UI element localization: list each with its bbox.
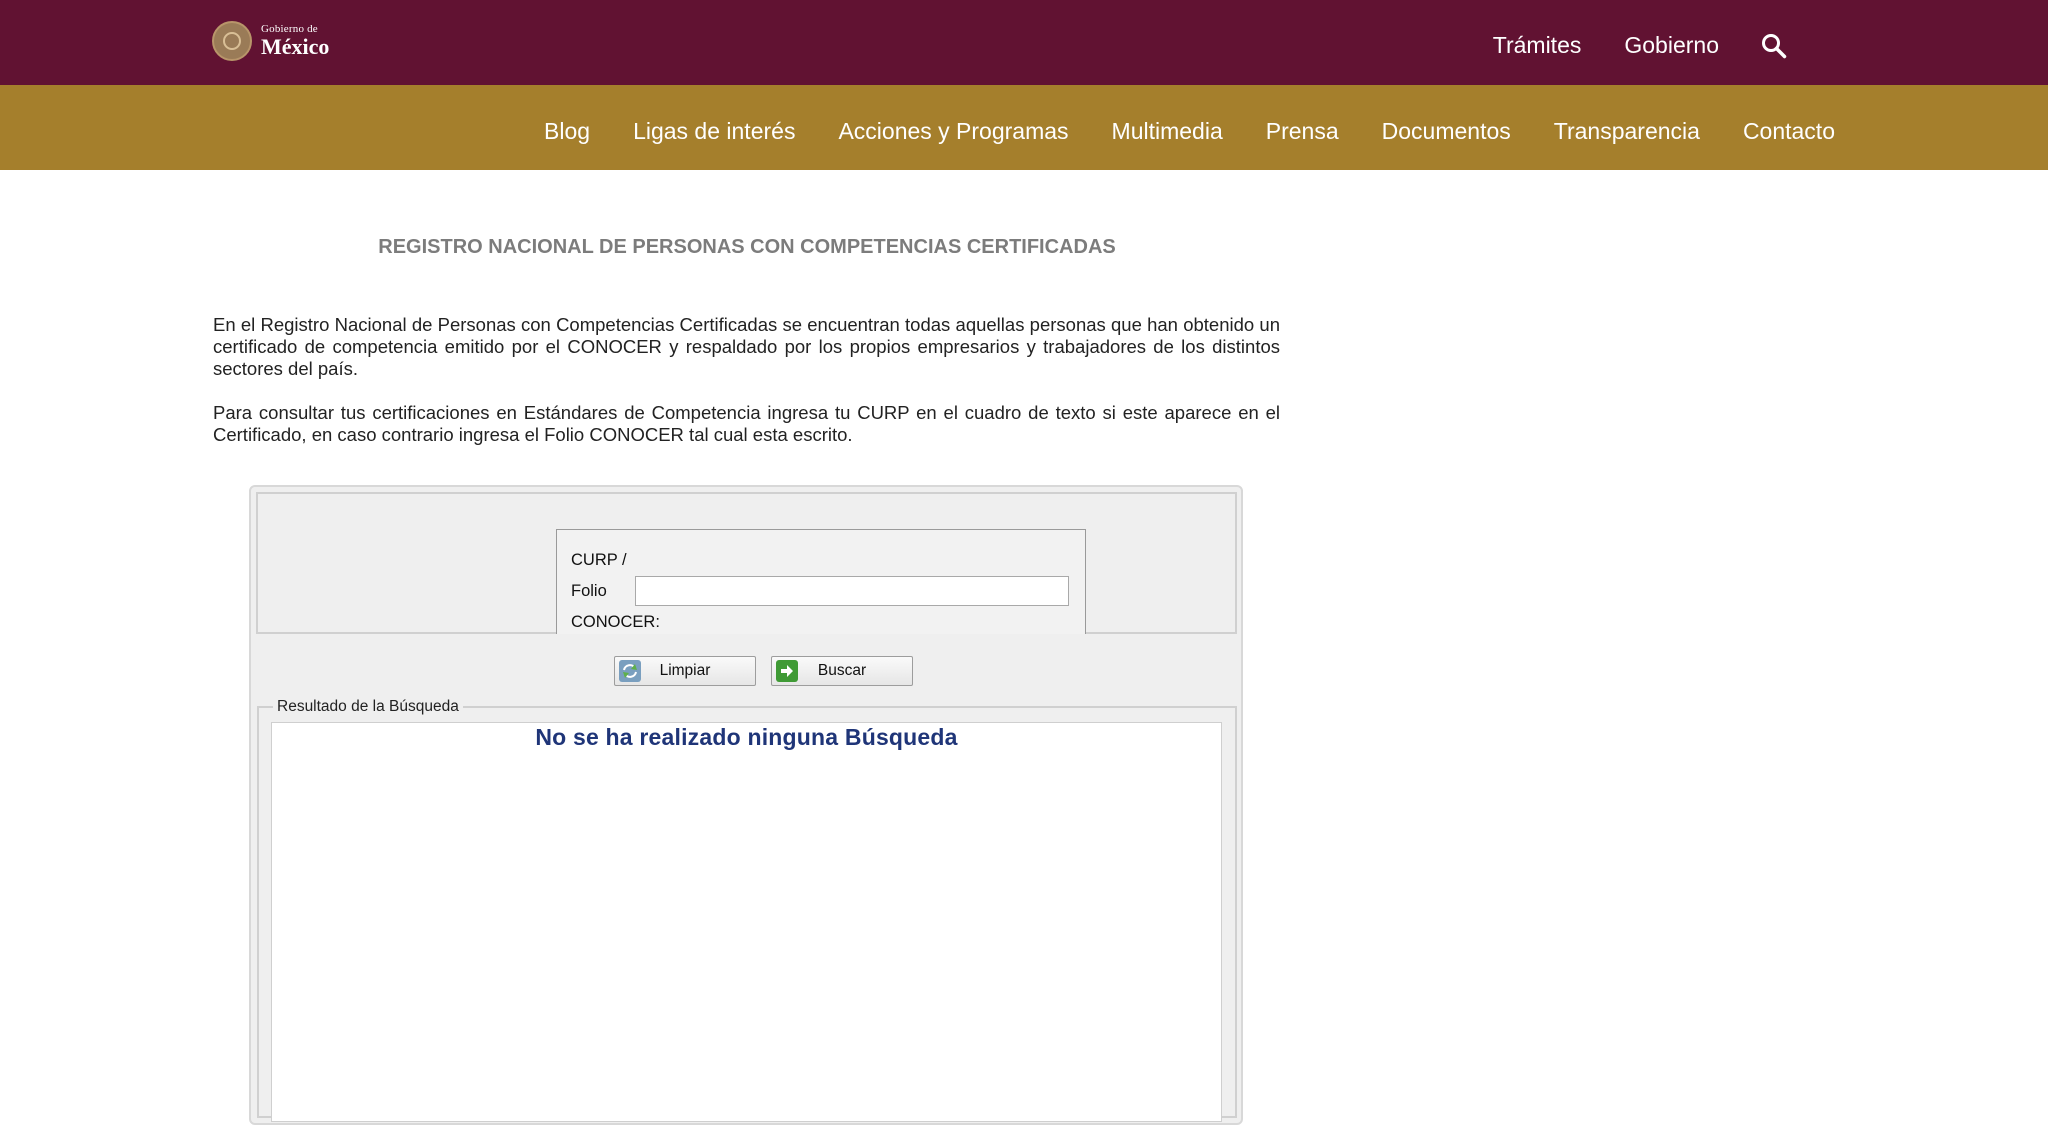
search-icon[interactable] [1761,33,1787,59]
nav-item-multimedia[interactable]: Multimedia [1112,118,1223,145]
no-results-message: No se ha realizado ninguna Búsqueda [535,724,958,750]
instructions-paragraph: Para consultar tus certificaciones en Es… [213,402,1280,445]
nav-item-ligas-de-interes[interactable]: Ligas de interés [633,118,795,145]
nav-item-documentos[interactable]: Documentos [1382,118,1511,145]
search-button-label: Buscar [817,662,867,679]
nav-item-contacto[interactable]: Contacto [1743,118,1835,145]
main-navigation: Blog Ligas de interés Acciones y Program… [0,85,2048,170]
arrow-right-icon [776,660,798,682]
folio-label: Folio [571,582,607,600]
nav-item-blog[interactable]: Blog [544,118,590,145]
curp-folio-input[interactable] [635,576,1069,606]
curp-label: CURP / [571,551,627,569]
results-panel [271,722,1222,1122]
nav-item-prensa[interactable]: Prensa [1266,118,1339,145]
intro-paragraph: En el Registro Nacional de Personas con … [213,314,1280,379]
national-seal-icon [212,21,252,61]
search-button[interactable]: Buscar [771,656,913,686]
nav-item-acciones-y-programas[interactable]: Acciones y Programas [838,118,1068,145]
page-title: REGISTRO NACIONAL DE PERSONAS CON COMPET… [378,236,1116,258]
gobierno-de-mexico-logo[interactable]: Gobierno de México [212,19,329,63]
nav-items: Blog Ligas de interés Acciones y Program… [501,85,1835,178]
nav-item-transparencia[interactable]: Transparencia [1554,118,1700,145]
refresh-icon [619,660,641,682]
clear-button-label: Limpiar [659,662,711,679]
top-links: Trámites Gobierno [1450,0,1787,91]
results-legend: Resultado de la Búsqueda [277,698,459,715]
tramites-link[interactable]: Trámites [1493,32,1582,59]
logo-big-text: México [261,34,330,59]
gobierno-link[interactable]: Gobierno [1624,32,1719,59]
top-header: Gobierno de México Trámites Gobierno [0,0,2048,85]
logo-text: Gobierno de México [261,24,329,58]
clear-button[interactable]: Limpiar [614,656,756,686]
conocer-label: CONOCER: [571,613,660,631]
